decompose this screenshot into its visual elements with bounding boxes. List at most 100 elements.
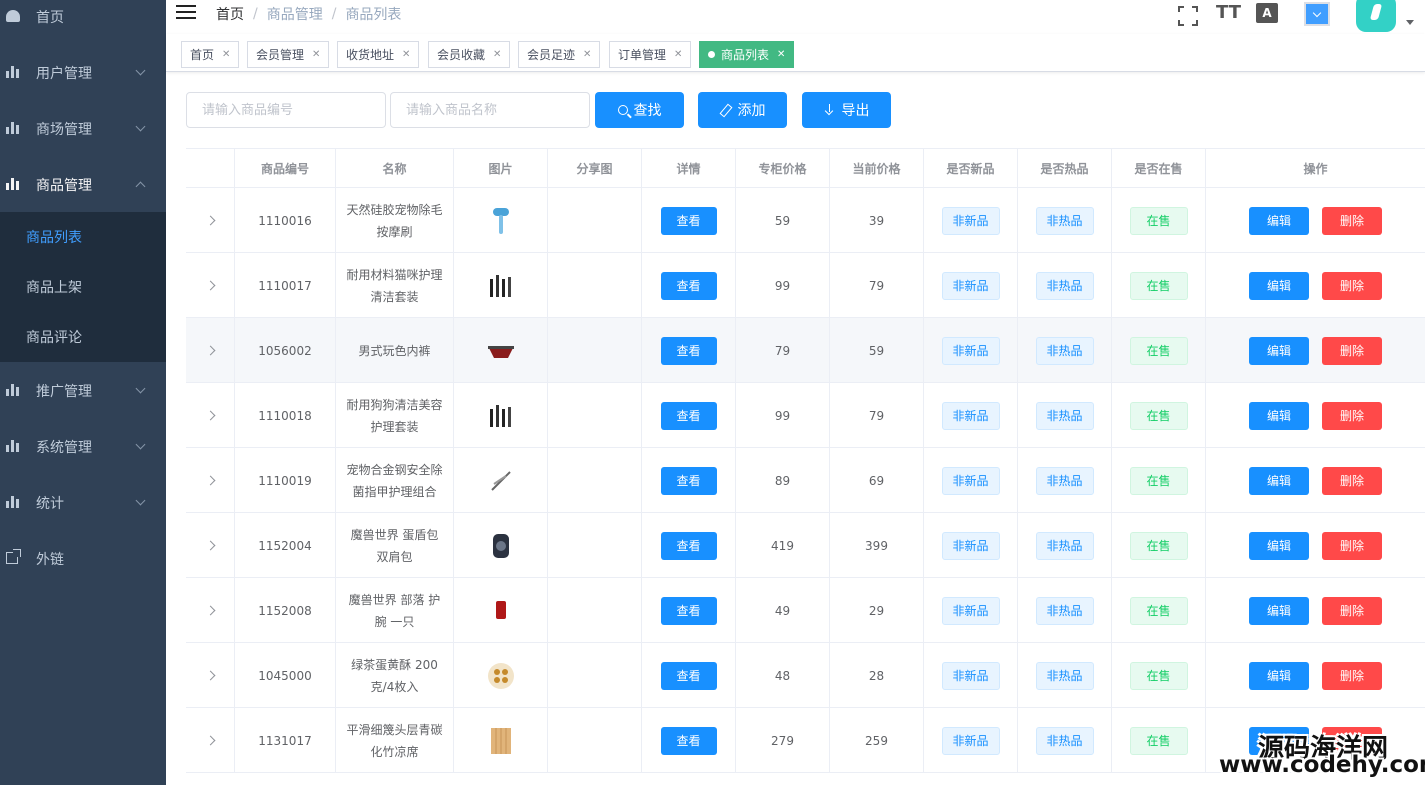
edit-button[interactable]: 编辑 [1249, 206, 1309, 235]
view-detail-button[interactable]: 查看 [660, 596, 717, 625]
view-detail-button[interactable]: 查看 [660, 271, 717, 300]
breadcrumb-item-home[interactable]: 首页 [216, 4, 244, 24]
tag-member-management[interactable]: 会员管理 ✕ [247, 41, 330, 68]
chevron-right-icon[interactable] [205, 215, 215, 226]
chevron-right-icon[interactable] [205, 735, 215, 746]
theme-picker[interactable] [1304, 2, 1330, 26]
sidebar-item-user-management[interactable]: 用户管理 [0, 45, 166, 101]
sidebar-item-system-management[interactable]: 系统管理 [0, 419, 166, 475]
close-icon[interactable]: ✕ [493, 49, 501, 60]
edit-button[interactable]: 编辑 [1249, 336, 1309, 365]
tag-member-favorites[interactable]: 会员收藏 ✕ [428, 41, 511, 68]
delete-button[interactable]: 删除 [1322, 336, 1382, 365]
font-size-icon[interactable]: TT [1216, 2, 1241, 26]
on-sale-tag: 在售 [1129, 661, 1188, 690]
delete-button[interactable]: 删除 [1322, 661, 1382, 690]
language-icon[interactable]: A [1256, 3, 1278, 23]
close-icon[interactable]: ✕ [583, 49, 591, 60]
sidebar-item-external-link[interactable]: 外链 [0, 531, 166, 587]
tools-icon [486, 271, 516, 301]
edit-button[interactable]: 编辑 [1249, 401, 1309, 430]
hamburger-menu-icon[interactable] [176, 5, 196, 21]
close-icon[interactable]: ✕ [674, 49, 682, 60]
view-detail-button[interactable]: 查看 [660, 726, 717, 755]
expand-cell[interactable] [186, 513, 235, 578]
delete-button[interactable]: 删除 [1322, 596, 1382, 625]
view-detail-button[interactable]: 查看 [660, 466, 717, 495]
sidebar-subitem-goods-comment[interactable]: 商品评论 [0, 312, 166, 362]
close-icon[interactable]: ✕ [777, 49, 785, 60]
avatar[interactable] [1356, 0, 1396, 32]
tag-member-footprint[interactable]: 会员足迹 ✕ [518, 41, 601, 68]
sidebar-subitem-goods-create[interactable]: 商品上架 [0, 262, 166, 312]
view-detail-button[interactable]: 查看 [660, 401, 717, 430]
add-button[interactable]: 添加 [698, 92, 787, 128]
close-icon[interactable]: ✕ [312, 49, 320, 60]
tag-goods-list[interactable]: 商品列表 ✕ [699, 41, 795, 68]
edit-button[interactable]: 编辑 [1249, 271, 1309, 300]
counter-price: 419 [771, 538, 794, 553]
view-detail-button[interactable]: 查看 [660, 531, 717, 560]
tag-order-management[interactable]: 订单管理 ✕ [609, 41, 692, 68]
goods-name-input[interactable] [390, 92, 590, 128]
edit-button[interactable]: 编辑 [1249, 596, 1309, 625]
chevron-right-icon[interactable] [205, 475, 215, 486]
breadcrumb: 首页 / 商品管理 / 商品列表 [216, 4, 401, 24]
sidebar-item-statistics[interactable]: 统计 [0, 475, 166, 531]
retail-price-cell: 79 [830, 383, 924, 448]
goods-picture-cell [454, 188, 548, 253]
tag-shipping-address[interactable]: 收货地址 ✕ [337, 41, 420, 68]
sidebar-subitem-goods-list[interactable]: 商品列表 [0, 212, 166, 262]
delete-button[interactable]: 删除 [1322, 531, 1382, 560]
delete-button[interactable]: 删除 [1322, 206, 1382, 235]
delete-button[interactable]: 删除 [1322, 271, 1382, 300]
expand-cell[interactable] [186, 578, 235, 643]
chevron-up-icon [135, 181, 146, 192]
chevron-right-icon[interactable] [205, 345, 215, 356]
on-sale-cell: 在售 [1112, 188, 1206, 253]
edit-button[interactable]: 编辑 [1249, 531, 1309, 560]
edit-button[interactable]: 编辑 [1249, 466, 1309, 495]
counter-price-cell: 99 [736, 383, 830, 448]
expand-cell[interactable] [186, 383, 235, 448]
fullscreen-icon[interactable] [1176, 4, 1200, 28]
goods-sn-cell: 1131017 [235, 708, 336, 773]
edit-button[interactable]: 编辑 [1249, 661, 1309, 690]
export-button[interactable]: 导出 [802, 92, 891, 128]
wristband-icon [486, 596, 516, 626]
view-detail-button[interactable]: 查看 [660, 206, 717, 235]
goods-name: 宠物合金钢安全除菌指甲护理组合 [346, 462, 443, 499]
sidebar-item-promotion-management[interactable]: 推广管理 [0, 363, 166, 419]
view-detail-button[interactable]: 查看 [660, 336, 717, 365]
goods-sn-input[interactable] [186, 92, 386, 128]
expand-cell[interactable] [186, 708, 235, 773]
chevron-right-icon[interactable] [205, 670, 215, 681]
close-icon[interactable]: ✕ [222, 49, 230, 60]
is-hot-cell: 非热品 [1018, 448, 1112, 513]
expand-cell[interactable] [186, 318, 235, 383]
expand-cell[interactable] [186, 643, 235, 708]
close-icon[interactable]: ✕ [402, 49, 410, 60]
expand-cell[interactable] [186, 253, 235, 318]
goods-picture-cell [454, 318, 548, 383]
expand-cell[interactable] [186, 448, 235, 513]
chevron-right-icon[interactable] [205, 540, 215, 551]
chevron-right-icon[interactable] [205, 410, 215, 421]
chevron-right-icon[interactable] [205, 605, 215, 616]
delete-button[interactable]: 删除 [1322, 466, 1382, 495]
sidebar-item-goods-management[interactable]: 商品管理 [0, 157, 166, 213]
delete-button[interactable]: 删除 [1322, 401, 1382, 430]
sidebar-item-mall-management[interactable]: 商场管理 [0, 101, 166, 157]
is-hot-cell: 非热品 [1018, 383, 1112, 448]
on-sale-cell: 在售 [1112, 578, 1206, 643]
expand-cell[interactable] [186, 188, 235, 253]
chevron-right-icon[interactable] [205, 280, 215, 291]
view-detail-button[interactable]: 查看 [660, 661, 717, 690]
goods-sn: 1110019 [258, 473, 312, 488]
detail-cell: 查看 [642, 188, 736, 253]
search-button[interactable]: 查找 [595, 92, 684, 128]
tag-home[interactable]: 首页 ✕ [181, 41, 240, 68]
actions-cell: 编辑 删除 [1206, 448, 1425, 513]
sidebar-item-home[interactable]: 首页 [0, 0, 166, 45]
caret-down-icon[interactable] [1406, 20, 1414, 25]
